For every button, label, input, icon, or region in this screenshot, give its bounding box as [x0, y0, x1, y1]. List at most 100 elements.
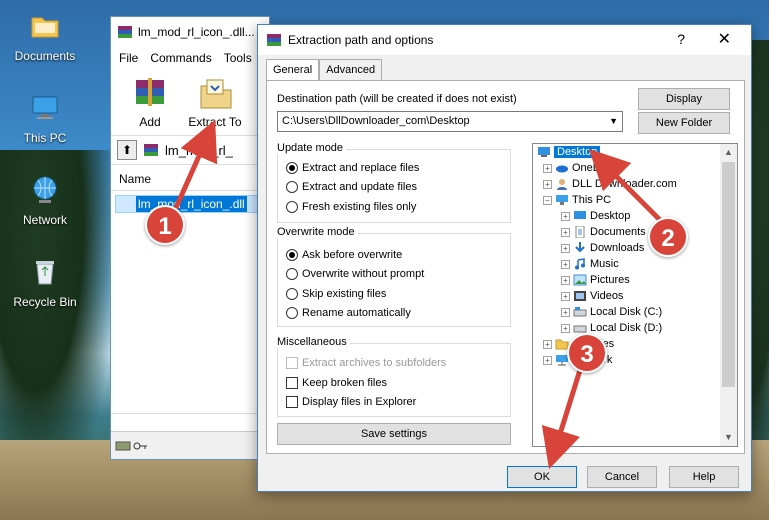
documents-icon: [575, 226, 585, 238]
tab-advanced[interactable]: Advanced: [319, 59, 383, 80]
option-label: Extract archives to subfolders: [302, 357, 447, 369]
radio-button[interactable]: [286, 181, 298, 193]
radio-rename-auto[interactable]: Rename automatically: [286, 307, 411, 319]
option-label: Overwrite without prompt: [302, 268, 425, 280]
extract-to-button[interactable]: Extract To: [183, 76, 247, 129]
miscellaneous-group: Miscellaneous Extract archives to subfol…: [277, 336, 511, 417]
expand-icon[interactable]: +: [561, 211, 570, 221]
help-icon[interactable]: ?: [677, 31, 685, 47]
pictures-icon: [573, 274, 587, 286]
scroll-down-icon[interactable]: ▼: [720, 429, 737, 446]
help-button[interactable]: Help: [669, 466, 739, 488]
radio-button[interactable]: [286, 162, 298, 174]
radio-skip-existing[interactable]: Skip existing files: [286, 288, 386, 300]
ok-button[interactable]: OK: [507, 466, 577, 488]
radio-button[interactable]: [286, 201, 298, 213]
tree-item-local-disk-c[interactable]: + Local Disk (C:): [561, 306, 662, 318]
expand-icon[interactable]: +: [561, 291, 570, 301]
chevron-down-icon[interactable]: ▼: [609, 112, 618, 131]
folder-tree[interactable]: Desktop + OneDrive + DLL Downloader.com − T…: [532, 143, 738, 447]
desktop-icon-label: Recycle Bin: [13, 295, 77, 309]
tree-item-local-disk-d[interactable]: + Local Disk (D:): [561, 322, 662, 334]
up-folder-button[interactable]: ⬆: [117, 140, 137, 160]
expand-icon[interactable]: +: [543, 163, 552, 173]
tree-item-videos[interactable]: + Videos: [561, 290, 623, 302]
expand-icon[interactable]: +: [543, 179, 552, 189]
new-folder-button[interactable]: New Folder: [638, 112, 730, 134]
radio-fresh-existing[interactable]: Fresh existing files only: [286, 201, 416, 213]
tree-scrollbar[interactable]: ▲ ▼: [720, 144, 737, 446]
expand-icon[interactable]: +: [561, 275, 570, 285]
radio-ask-before[interactable]: Ask before overwrite: [286, 249, 402, 261]
tree-item-desktop-root[interactable]: Desktop: [537, 146, 601, 158]
tree-item-onedrive[interactable]: + OneDrive: [543, 162, 618, 174]
drive-icon: [573, 307, 587, 317]
menu-tools[interactable]: Tools: [224, 51, 252, 65]
horizontal-scrollbar[interactable]: [111, 413, 269, 429]
tree-label: Desktop: [554, 146, 601, 158]
tree-item-downloads[interactable]: + Downloads: [561, 242, 644, 254]
extract-to-icon: [200, 79, 232, 109]
tree-item-desktop[interactable]: + Desktop: [561, 210, 630, 222]
winrar-menu-bar: File Commands Tools: [111, 47, 269, 69]
save-settings-button[interactable]: Save settings: [277, 423, 511, 445]
expand-icon[interactable]: +: [561, 259, 570, 269]
menu-commands[interactable]: Commands: [150, 51, 211, 65]
scroll-up-icon[interactable]: ▲: [720, 144, 737, 161]
expand-icon[interactable]: +: [561, 323, 570, 333]
column-header-name[interactable]: Name: [111, 167, 269, 191]
computer-icon: [556, 195, 568, 205]
expand-icon[interactable]: +: [561, 307, 570, 317]
tree-item-pictures[interactable]: + Pictures: [561, 274, 630, 286]
expand-icon[interactable]: +: [561, 227, 570, 237]
checkbox[interactable]: [286, 357, 298, 369]
close-icon[interactable]: ✕: [718, 29, 731, 49]
list-item[interactable]: lm_mod_rl_icon_.dll: [115, 195, 265, 213]
scroll-thumb[interactable]: [722, 162, 735, 387]
radio-overwrite-without[interactable]: Overwrite without prompt: [286, 268, 424, 280]
radio-button[interactable]: [286, 249, 298, 261]
checkbox[interactable]: [286, 377, 298, 389]
tree-label: This PC: [572, 194, 612, 206]
display-button[interactable]: Display: [638, 88, 730, 110]
tree-item-this-pc[interactable]: − This PC: [543, 194, 611, 206]
tree-label: Music: [590, 258, 619, 270]
expand-icon[interactable]: +: [543, 355, 552, 365]
expand-icon[interactable]: +: [543, 339, 552, 349]
tree-item-dll-downloader[interactable]: + DLL Downloader.com: [543, 178, 677, 190]
add-button[interactable]: Add: [123, 76, 177, 129]
winrar-title: lm_mod_rl_icon_.dll...: [138, 25, 255, 39]
music-icon: [575, 258, 585, 270]
computer-icon: [32, 96, 58, 119]
collapse-icon[interactable]: −: [543, 195, 552, 205]
destination-label: Destination path (will be created if doe…: [277, 93, 517, 105]
desktop-icon-network[interactable]: Network: [5, 174, 85, 227]
winrar-app-icon: [118, 26, 132, 38]
miscellaneous-title: Miscellaneous: [277, 336, 350, 348]
radio-extract-update[interactable]: Extract and update files: [286, 181, 417, 193]
cancel-button[interactable]: Cancel: [587, 466, 657, 488]
winrar-app-icon: [267, 34, 281, 46]
expand-icon[interactable]: +: [561, 243, 570, 253]
tree-item-music[interactable]: + Music: [561, 258, 619, 270]
tree-label: Downloads: [590, 242, 645, 254]
checkbox-display-explorer[interactable]: Display files in Explorer: [286, 396, 416, 408]
update-mode-group: Update mode Extract and replace files Ex…: [277, 142, 511, 223]
radio-button[interactable]: [286, 268, 298, 280]
extraction-dialog: Extraction path and options ? ✕ General …: [257, 24, 752, 492]
radio-button[interactable]: [286, 288, 298, 300]
radio-extract-replace[interactable]: Extract and replace files: [286, 162, 419, 174]
destination-path-combo[interactable]: C:\Users\DllDownloader_com\Desktop ▼: [277, 111, 623, 132]
radio-button[interactable]: [286, 307, 298, 319]
checkbox-keep-broken[interactable]: Keep broken files: [286, 377, 387, 389]
option-label: Extract and update files: [302, 181, 417, 193]
menu-file[interactable]: File: [119, 51, 138, 65]
tab-general[interactable]: General: [266, 59, 320, 81]
checkbox-extract-subfolders[interactable]: Extract archives to subfolders: [286, 357, 446, 369]
desktop-icon-this-pc[interactable]: This PC: [5, 92, 85, 145]
desktop-icon-recycle-bin[interactable]: Recycle Bin: [5, 256, 85, 309]
tree-item-documents[interactable]: + Documents: [561, 226, 646, 238]
tree-label: Videos: [590, 290, 624, 302]
checkbox[interactable]: [286, 396, 298, 408]
desktop-icon-documents[interactable]: Documents: [5, 10, 85, 63]
